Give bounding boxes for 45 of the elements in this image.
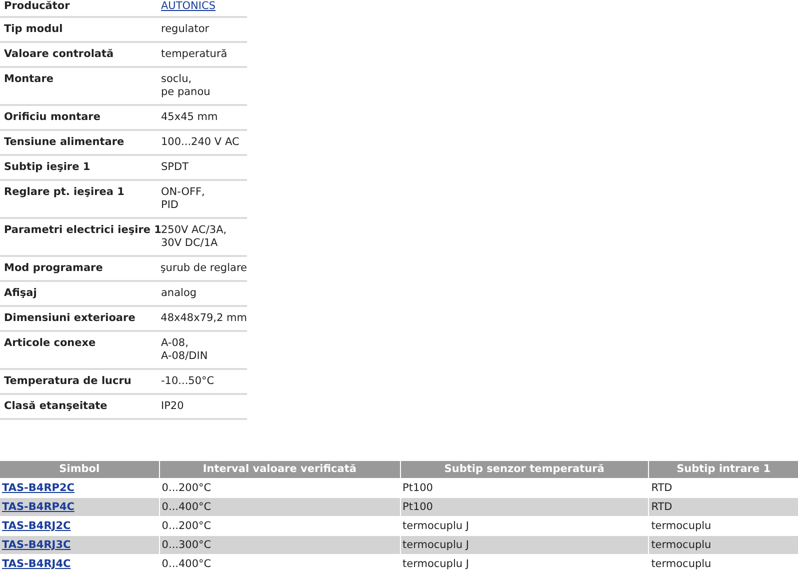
table-cell: Pt100 <box>400 498 648 516</box>
table-cell: RTD <box>649 498 798 516</box>
spec-label: Articole conexe <box>4 337 96 349</box>
spec-value: ON-OFF, PID <box>161 186 205 211</box>
product-link[interactable]: TAS-B4RJ3C <box>2 539 71 551</box>
spec-value: regulator <box>161 23 210 35</box>
spec-label: Orificiu montare <box>4 111 100 123</box>
spec-value: 45x45 mm <box>161 111 218 123</box>
spec-label: Parametri electrici ieşire 1 <box>4 224 162 236</box>
spec-value: SPDT <box>161 161 188 173</box>
spec-value: temperatură <box>161 48 228 60</box>
spec-value: 100...240 V AC <box>161 136 240 148</box>
column-header: Subtip intrare 1 <box>649 461 798 478</box>
table-cell: termocuplu J <box>400 536 648 554</box>
product-link[interactable]: TAS-B4RJ4C <box>2 558 71 570</box>
column-header: Interval valoare verificată <box>160 461 400 478</box>
spec-label: Subtip ieşire 1 <box>4 161 90 173</box>
column-header: Simbol <box>0 461 159 478</box>
spec-label: Mod programare <box>4 262 103 274</box>
manufacturer-link[interactable]: AUTONICS <box>161 0 216 12</box>
column-header: Subtip senzor temperatură <box>400 461 648 478</box>
spec-value: A-08, A-08/DIN <box>161 337 208 362</box>
spec-label: Dimensiuni exterioare <box>4 312 136 324</box>
product-link[interactable]: TAS-B4RP2C <box>2 482 74 494</box>
product-link[interactable]: TAS-B4RP4C <box>2 501 74 513</box>
spec-value: IP20 <box>161 400 184 412</box>
spec-label: Clasă etanşeitate <box>4 400 108 412</box>
spec-label: Valoare controlată <box>4 48 114 60</box>
spec-label: Montare <box>4 73 54 85</box>
spec-label: Tip modul <box>4 23 63 35</box>
table-cell: 0...300°C <box>160 536 400 554</box>
spec-value: -10...50°C <box>161 375 214 387</box>
spec-value: soclu, pe panou <box>161 73 210 98</box>
product-link[interactable]: TAS-B4RJ2C <box>2 520 71 532</box>
spec-label: Temperatura de lucru <box>4 375 132 387</box>
spec-label: Reglare pt. ieşirea 1 <box>4 186 124 198</box>
spec-label: Producător <box>4 0 70 12</box>
table-cell: 0...400°C <box>160 498 400 516</box>
spec-value: analog <box>161 287 197 299</box>
spec-value: şurub de reglare <box>160 262 247 274</box>
table-cell: termocuplu <box>649 536 798 554</box>
spec-label: Tensiune alimentare <box>4 136 124 148</box>
spec-value: 48x48x79,2 mm <box>160 312 247 324</box>
spec-label: Afişaj <box>4 287 37 299</box>
spec-value: 250V AC/3A, 30V DC/1A <box>161 224 227 249</box>
